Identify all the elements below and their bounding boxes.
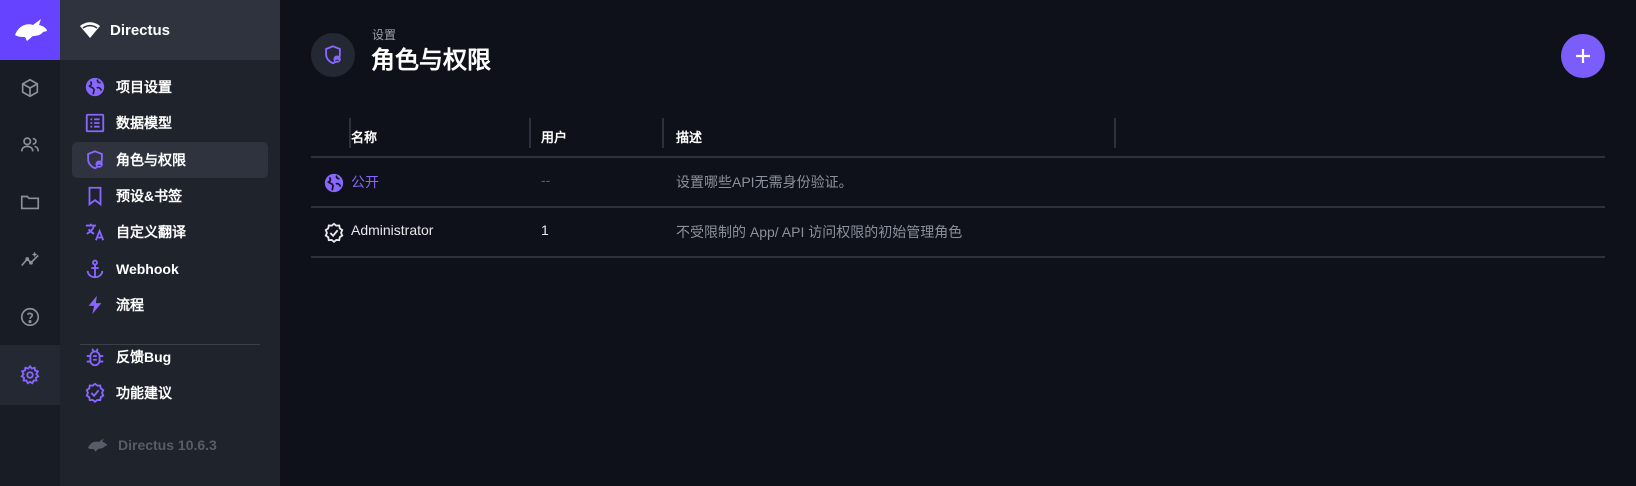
role-users: 1 [541, 222, 549, 238]
table-row[interactable]: Administrator 1 不受限制的 App/ API 访问权限的初始管理… [311, 208, 1605, 258]
nav-item-label: Webhook [116, 261, 179, 277]
nav-item-label: 反馈Bug [116, 349, 172, 365]
list-alt-icon [84, 112, 106, 134]
directus-logo[interactable] [0, 0, 60, 60]
settings-module-button[interactable] [0, 345, 60, 405]
role-name: Administrator [351, 222, 434, 238]
shield-icon [84, 149, 106, 171]
nav-item-label: 角色与权限 [116, 152, 186, 168]
insights-module-button[interactable] [0, 230, 60, 290]
folder-icon [20, 195, 40, 210]
public-icon [323, 172, 345, 194]
verified-icon [84, 382, 106, 404]
bug-icon [84, 346, 106, 368]
add-role-button[interactable] [1561, 34, 1605, 78]
version-info: Directus 10.6.3 [84, 436, 217, 454]
bookmark-icon [84, 185, 106, 207]
nav-item-flows[interactable]: 流程 [72, 287, 268, 323]
globe-icon [84, 76, 106, 98]
project-header[interactable]: Directus [60, 0, 280, 60]
anchor-icon [84, 258, 106, 280]
nav-item-report-bug[interactable]: 反馈Bug [72, 339, 268, 375]
version-label: Directus 10.6.3 [118, 437, 217, 453]
nav-item-webhook[interactable]: Webhook [72, 251, 268, 287]
plus-icon [1576, 49, 1590, 63]
nav-item-label: 项目设置 [116, 79, 172, 95]
shield-icon [325, 45, 341, 65]
files-module-button[interactable] [0, 172, 60, 232]
nav-item-translations[interactable]: 自定义翻译 [72, 214, 268, 250]
users-icon [20, 137, 40, 152]
bolt-icon [84, 294, 106, 316]
verified-icon [323, 222, 345, 244]
rabbit-logo-icon [88, 438, 108, 452]
nav-item-label: 预设&书签 [116, 188, 183, 204]
rabbit-logo-icon [15, 19, 47, 41]
column-divider[interactable] [662, 118, 664, 148]
users-module-button[interactable] [0, 115, 60, 175]
cube-icon [21, 78, 39, 98]
help-icon [20, 307, 40, 327]
nav-item-label: 功能建议 [116, 385, 172, 401]
gear-icon [20, 364, 40, 385]
translate-icon [84, 221, 106, 243]
nav-item-presets-bookmarks[interactable]: 预设&书签 [72, 178, 268, 214]
table-row[interactable]: 公开 -- 设置哪些API无需身份验证。 [311, 158, 1605, 208]
column-header-description[interactable]: 描述 [676, 127, 702, 146]
column-divider[interactable] [529, 118, 531, 148]
nav-item-project-settings[interactable]: 项目设置 [72, 69, 268, 105]
docs-module-button[interactable] [0, 287, 60, 347]
content-module-button[interactable] [0, 58, 60, 118]
nav-item-label: 数据模型 [116, 115, 172, 131]
column-divider[interactable] [1114, 118, 1116, 148]
nav-item-roles-permissions[interactable]: 角色与权限 [72, 142, 268, 178]
nav-item-label: 流程 [116, 297, 144, 313]
page-icon [311, 33, 355, 77]
column-header-users[interactable]: 用户 [541, 127, 567, 146]
column-header-name[interactable]: 名称 [351, 127, 377, 146]
wifi-icon [80, 22, 100, 38]
project-name: Directus [110, 21, 171, 39]
insights-icon [21, 251, 39, 267]
role-description: 设置哪些API无需身份验证。 [676, 174, 853, 190]
page-title: 角色与权限 [371, 47, 491, 74]
module-bar [0, 0, 60, 486]
nav-item-label: 自定义翻译 [116, 224, 186, 240]
role-users: -- [541, 172, 551, 188]
nav-item-feature-request[interactable]: 功能建议 [72, 375, 268, 411]
role-description: 不受限制的 App/ API 访问权限的初始管理角色 [676, 224, 963, 240]
table-header: 名称 用户 描述 [311, 118, 1605, 158]
roles-table: 名称 用户 描述 公开 -- 设置哪些API无需身份验证。 Administra… [311, 118, 1605, 258]
navigation-panel: Directus 项目设置 数据模型 角色与权限 预设&书签 自定义翻译 Web… [60, 0, 280, 486]
role-name: 公开 [351, 174, 379, 190]
nav-item-data-model[interactable]: 数据模型 [72, 105, 268, 141]
